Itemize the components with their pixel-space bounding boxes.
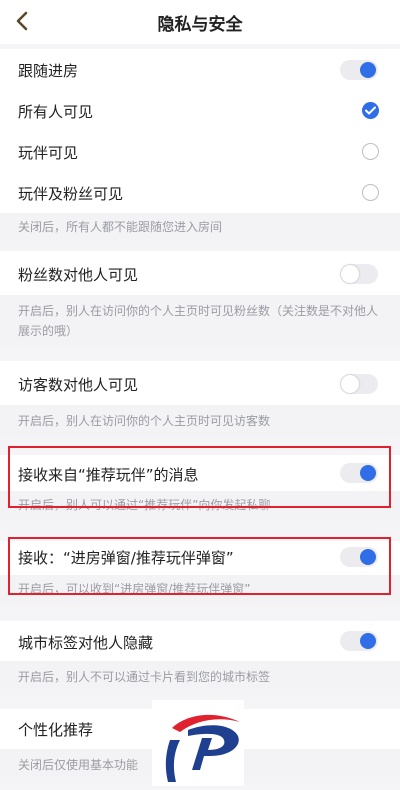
spacer [0,605,400,621]
nav-bar: 隐私与安全 [0,0,400,44]
toggle-knob [360,62,376,78]
check-icon [365,106,376,115]
city-desc: 开启后，别人不可以通过卡片看到您的城市标签 [0,661,400,695]
visitors-label: 访客数对他人可见 [18,376,139,394]
city-label: 城市标签对他人隐藏 [18,634,154,652]
city-toggle[interactable] [340,631,378,651]
visitors-row: 访客数对他人可见 [0,361,400,405]
highlight-box [8,537,391,595]
watermark-logo [152,700,244,786]
follow-toggle[interactable] [340,60,378,80]
personal-label: 个性化推荐 [18,721,94,739]
toggle-knob [360,633,376,649]
radio-checked[interactable] [362,102,379,119]
option-everyone-label: 所有人可见 [18,103,94,121]
fans-row: 粉丝数对他人可见 [0,251,400,295]
option-playmates-label: 玩伴可见 [18,144,79,162]
fans-toggle[interactable] [340,264,378,284]
logo-mark-icon [165,714,240,782]
toggle-knob [341,375,359,393]
highlight-box [8,446,391,508]
option-playmates-fans-label: 玩伴及粉丝可见 [18,185,124,203]
toggle-knob [341,265,359,283]
spacer [0,347,400,361]
follow-label: 跟随进房 [18,62,79,80]
page-title: 隐私与安全 [157,15,243,35]
option-playmates-fans[interactable]: 玩伴及粉丝可见 [0,172,400,213]
option-playmates[interactable]: 玩伴可见 [0,131,400,172]
spacer [0,241,400,251]
city-row: 城市标签对他人隐藏 [0,621,400,661]
fans-desc: 开启后，别人在访问你的个人主页时可见粉丝数（关注数是不对他人展示的哦） [0,295,400,347]
follow-row: 跟随进房 [0,49,400,90]
option-everyone[interactable]: 所有人可见 [0,90,400,131]
radio-unchecked[interactable] [362,143,379,160]
follow-desc: 关闭后，所有人都不能跟随您进入房间 [0,213,400,241]
visitors-desc: 开启后，别人在访问你的个人主页时可见访客数 [0,405,400,437]
fans-label: 粉丝数对他人可见 [18,266,139,284]
radio-unchecked[interactable] [362,184,379,201]
visitors-toggle[interactable] [340,374,378,394]
